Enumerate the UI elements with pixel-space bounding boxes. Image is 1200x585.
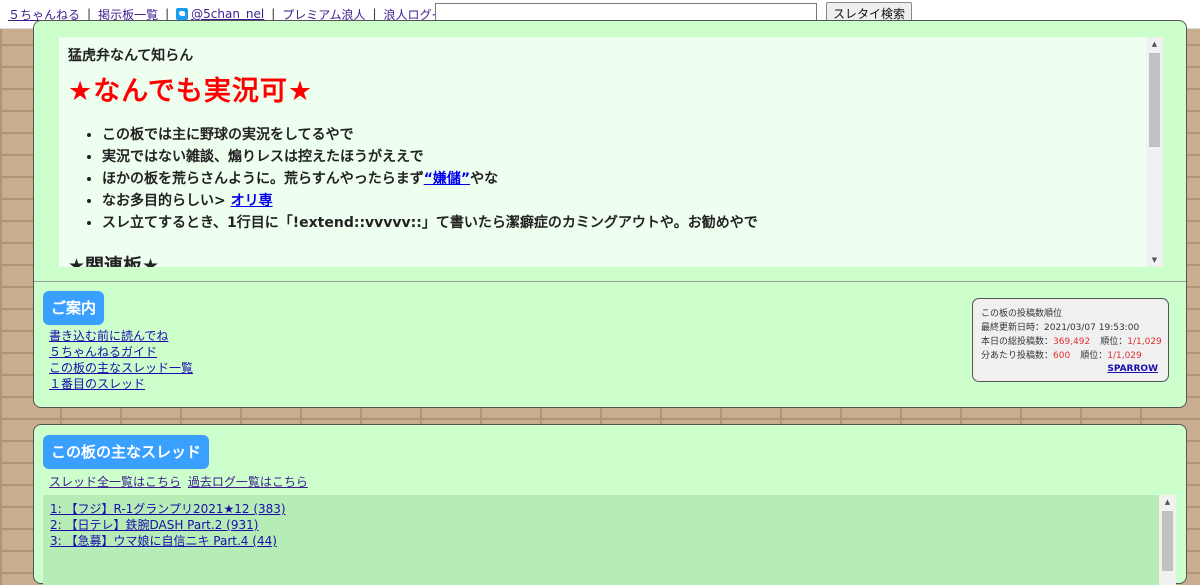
list-item: 1: 【フジ】R-1グランプリ2021★12 (383) xyxy=(50,501,1176,517)
rule-item: スレ立てするとき、1行目に「!extend::vvvvv::」て書いたら潔癖症の… xyxy=(102,212,1148,234)
ranking-updated: 最終更新日時：2021/03/07 19:53:00 xyxy=(981,321,1168,335)
today-rank: 1/1,029 xyxy=(1127,337,1162,347)
thread-list: 1: 【フジ】R-1グランプリ2021★12 (383) 2: 【日テレ】鉄腕D… xyxy=(43,495,1176,585)
threads-panel: この板の主なスレッド スレッド全一覧はこちら 過去ログ一覧はこちら 1: 【フジ… xyxy=(33,424,1187,585)
guide-heading: ご案内 xyxy=(43,291,105,325)
separator: | xyxy=(271,7,276,21)
board-header-box: 猛虎弁なんて知らん ★なんでも実況可★ この板では主に野球の実況をしてるやで 実… xyxy=(59,37,1163,267)
rule-item: 実況ではない雑談、煽りレスは控えたほうがええで xyxy=(102,146,1148,168)
archive-link[interactable]: 過去ログ一覧はこちら xyxy=(188,475,308,489)
scrollbar-thumb[interactable] xyxy=(1149,53,1160,147)
today-label: 本日の総投稿数： xyxy=(981,337,1054,347)
scroll-up-arrow-icon[interactable]: ▲ xyxy=(1159,495,1176,509)
board-subtitle: 猛虎弁なんて知らん xyxy=(68,48,194,64)
per-min-rank: 1/1,029 xyxy=(1107,351,1142,361)
per-min-value: 600 xyxy=(1053,351,1071,361)
scroll-up-arrow-icon[interactable]: ▲ xyxy=(1146,37,1163,51)
rule-text: 実況ではない雑談、煽りレスは控えたほうがええで xyxy=(102,149,424,165)
thread-index-links: スレッド全一覧はこちら 過去ログ一覧はこちら xyxy=(49,473,311,490)
ranking-today: 本日の総投稿数：369,492 順位：1/1,029 xyxy=(981,335,1168,349)
list-item: 3: 【急募】ウマ娘に自信ニキ Part.4 (44) xyxy=(50,533,1176,549)
5ch-guide-link[interactable]: ５ちゃんねるガイド xyxy=(49,344,193,360)
today-value: 369,492 xyxy=(1053,337,1091,347)
header-scrollbar[interactable]: ▲ ▼ xyxy=(1146,37,1163,267)
rule-text: ほかの板を荒らさんように。荒らすんやったらまず xyxy=(102,171,424,187)
rule-text: この板では主に野球の実況をしてるやで xyxy=(102,127,354,143)
ranking-title: この板の投稿数順位 xyxy=(981,309,1063,319)
scroll-down-arrow-icon[interactable]: ▼ xyxy=(1146,253,1163,267)
rule-item: この板では主に野球の実況をしてるやで xyxy=(102,124,1148,146)
separator: | xyxy=(87,7,92,21)
rank-label: 順位： xyxy=(1080,351,1108,361)
updated-value: 2021/03/07 19:53:00 xyxy=(1044,323,1140,333)
twitter-icon xyxy=(176,8,189,20)
twitter-link[interactable]: @5chan_nel xyxy=(191,7,264,21)
rule-text: スレ立てするとき、1行目に「!extend::vvvvv::」て書いたら潔癖症の… xyxy=(102,215,758,231)
threads-heading: この板の主なスレッド xyxy=(43,435,210,469)
read-before-posting-link[interactable]: 書き込む前に読んでね xyxy=(49,328,193,344)
ranking-per-minute: 分あたり投稿数：600 順位：1/1,029 xyxy=(981,349,1168,363)
rule-text: なお多目的らしい> xyxy=(102,193,231,209)
sparrow-link[interactable]: SPARROW xyxy=(1107,362,1158,376)
thread-list-scrollbar[interactable]: ▲ xyxy=(1159,495,1176,585)
main-threads-list-link[interactable]: この板の主なスレッド一覧 xyxy=(49,360,193,376)
rule-text: やな xyxy=(470,171,499,187)
first-thread-link[interactable]: １番目のスレッド xyxy=(49,376,193,392)
section-divider xyxy=(34,281,1186,282)
thread-link[interactable]: 1: 【フジ】R-1グランプリ2021★12 (383) xyxy=(50,502,286,516)
rule-item: なお多目的らしい> オリ専 xyxy=(102,190,1148,212)
board-rules-list: この板では主に野球の実況をしてるやで 実況ではない雑談、煽りレスは控えたほうがえ… xyxy=(68,124,1148,234)
board-title: ★なんでも実況可★ xyxy=(68,76,314,107)
rank-label: 順位： xyxy=(1100,337,1128,347)
scrollbar-thumb[interactable] xyxy=(1162,511,1173,571)
rule-item: ほかの板を荒らさんように。荒らすんやったらまず“嫌儲”やな xyxy=(102,168,1148,190)
board-header-panel: 猛虎弁なんて知らん ★なんでも実況可★ この板では主に野球の実況をしてるやで 実… xyxy=(33,20,1187,408)
per-min-label: 分あたり投稿数： xyxy=(981,351,1054,361)
all-threads-link[interactable]: スレッド全一覧はこちら xyxy=(49,475,181,489)
kenmo-board-link[interactable]: “嫌儲” xyxy=(424,171,470,187)
thread-link[interactable]: 2: 【日テレ】鉄腕DASH Part.2 (931) xyxy=(50,518,258,532)
separator: | xyxy=(165,7,170,21)
guide-links: 書き込む前に読んでね ５ちゃんねるガイド この板の主なスレッド一覧 １番目のスレ… xyxy=(49,328,193,392)
thread-link[interactable]: 3: 【急募】ウマ娘に自信ニキ Part.4 (44) xyxy=(50,534,277,548)
updated-label: 最終更新日時： xyxy=(981,323,1045,333)
separator: | xyxy=(372,7,377,21)
post-ranking-box: この板の投稿数順位 最終更新日時：2021/03/07 19:53:00 本日の… xyxy=(972,298,1169,382)
related-boards-heading: ★関連板★ xyxy=(68,255,160,267)
list-item: 2: 【日テレ】鉄腕DASH Part.2 (931) xyxy=(50,517,1176,533)
board-header-content: 猛虎弁なんて知らん ★なんでも実況可★ この板では主に野球の実況をしてるやで 実… xyxy=(59,37,1148,267)
orisen-board-link[interactable]: オリ専 xyxy=(231,193,273,209)
